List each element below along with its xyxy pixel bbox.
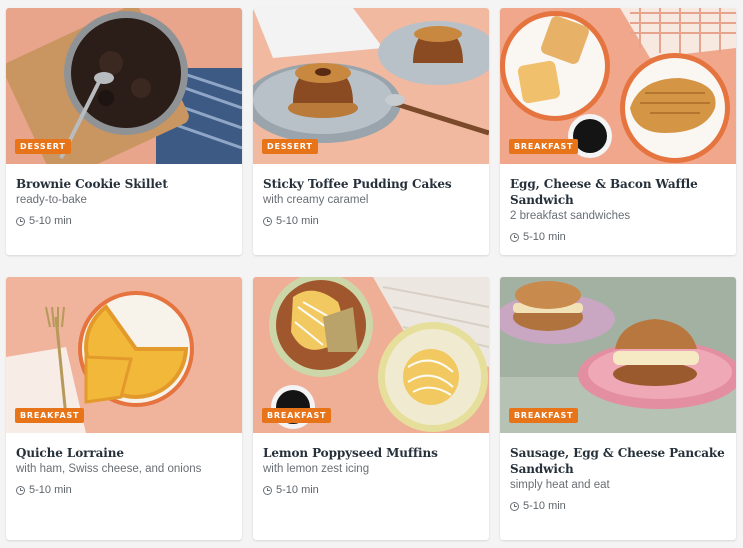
product-image[interactable]: DESSERT [6,8,242,164]
product-title[interactable]: Lemon Poppyseed Muffins [263,445,479,461]
prep-time: 5-10 min [510,500,726,512]
product-subtitle: simply heat and eat [510,479,610,491]
category-badge: DESSERT [262,139,318,154]
prep-time: 5-10 min [263,215,479,227]
product-title[interactable]: Sticky Toffee Pudding Cakes [263,176,479,192]
prep-time: 5-10 min [510,231,726,243]
product-title[interactable]: Egg, Cheese & Bacon Waffle Sandwich [510,176,726,208]
prep-time-label: 5-10 min [276,484,319,496]
prep-time-label: 5-10 min [523,500,566,512]
clock-icon [510,501,519,511]
product-image[interactable]: BREAKFAST [500,277,736,433]
product-subtitle: ready-to-bake [16,194,87,206]
prep-time: 5-10 min [16,484,232,496]
prep-time-label: 5-10 min [276,215,319,227]
clock-icon [16,216,25,226]
product-card-brownie-cookie-skillet[interactable]: DESSERT Brownie Cookie Skillet ready-to-… [6,8,242,255]
product-card-egg-cheese-bacon-waffle-sandwich[interactable]: BREAKFAST Egg, Cheese & Bacon Waffle San… [500,8,736,255]
prep-time: 5-10 min [263,484,479,496]
product-title[interactable]: Brownie Cookie Skillet [16,176,232,192]
prep-time-label: 5-10 min [523,231,566,243]
product-card-sticky-toffee-pudding-cakes[interactable]: DESSERT Sticky Toffee Pudding Cakes with… [253,8,489,255]
product-card-lemon-poppyseed-muffins[interactable]: BREAKFAST Lemon Poppyseed Muffins with l… [253,277,489,540]
product-image[interactable]: BREAKFAST [253,277,489,433]
category-badge: BREAKFAST [509,408,579,423]
product-subtitle: 2 breakfast sandwiches [510,210,631,222]
clock-icon [16,485,25,495]
clock-icon [263,216,272,226]
product-card-sausage-egg-cheese-pancake-sandwich[interactable]: BREAKFAST Sausage, Egg & Cheese Pancake … [500,277,736,540]
product-subtitle: with creamy caramel [263,194,369,206]
product-title[interactable]: Sausage, Egg & Cheese Pancake Sandwich [510,445,726,477]
prep-time: 5-10 min [16,215,232,227]
product-subtitle: with lemon zest icing [263,463,370,475]
category-badge: DESSERT [15,139,71,154]
product-title[interactable]: Quiche Lorraine [16,445,232,461]
prep-time-label: 5-10 min [29,215,72,227]
product-card-quiche-lorraine[interactable]: BREAKFAST Quiche Lorraine with ham, Swis… [6,277,242,540]
prep-time-label: 5-10 min [29,484,72,496]
product-subtitle: with ham, Swiss cheese, and onions [16,463,202,475]
clock-icon [510,232,519,242]
category-badge: BREAKFAST [15,408,85,423]
product-image[interactable]: BREAKFAST [6,277,242,433]
clock-icon [263,485,272,495]
product-image[interactable]: BREAKFAST [500,8,736,164]
category-badge: BREAKFAST [509,139,579,154]
product-image[interactable]: DESSERT [253,8,489,164]
category-badge: BREAKFAST [262,408,332,423]
